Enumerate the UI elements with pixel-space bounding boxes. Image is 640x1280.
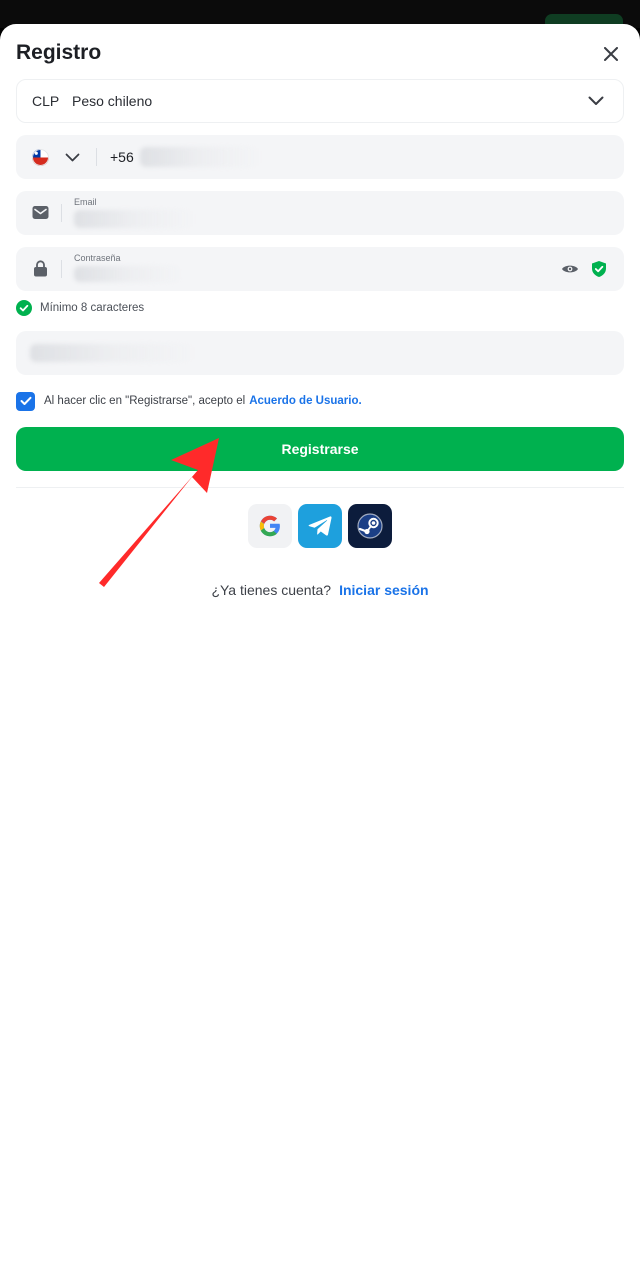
email-label: Email bbox=[74, 197, 97, 207]
country-chevron-down-icon[interactable] bbox=[64, 151, 80, 163]
currency-code: CLP bbox=[32, 93, 60, 109]
telegram-icon bbox=[308, 516, 332, 536]
divider bbox=[16, 487, 624, 488]
phone-separator bbox=[96, 148, 97, 166]
terms-row: Al hacer clic en "Registrarse", acepto e… bbox=[16, 391, 362, 411]
terms-checkbox[interactable] bbox=[16, 391, 35, 411]
redacted-phone-number bbox=[140, 147, 260, 167]
check-circle-icon bbox=[16, 300, 32, 316]
lock-icon bbox=[32, 260, 49, 277]
redacted-field-content bbox=[30, 344, 195, 362]
chile-flag-icon[interactable] bbox=[32, 149, 49, 166]
email-field[interactable]: Email bbox=[16, 191, 624, 235]
steam-login-button[interactable] bbox=[348, 504, 392, 548]
user-agreement-link[interactable]: Acuerdo de Usuario. bbox=[249, 395, 361, 407]
login-question: ¿Ya tienes cuenta? bbox=[211, 582, 332, 598]
redacted-password bbox=[74, 266, 184, 282]
password-separator bbox=[61, 260, 62, 278]
chevron-down-icon bbox=[587, 94, 605, 108]
close-icon bbox=[604, 47, 618, 61]
password-label: Contraseña bbox=[74, 253, 121, 263]
login-row: ¿Ya tienes cuenta? Iniciar sesión bbox=[0, 582, 640, 598]
registration-modal: Registro CLP Peso chileno +56 Email Cont… bbox=[0, 24, 640, 1280]
shield-check-icon bbox=[590, 259, 608, 279]
terms-text: Al hacer clic en "Registrarse", acepto e… bbox=[44, 395, 246, 407]
checkmark-icon bbox=[20, 396, 31, 405]
phone-prefix: +56 bbox=[110, 149, 134, 165]
email-separator bbox=[61, 204, 62, 222]
google-icon bbox=[259, 515, 280, 537]
login-link[interactable]: Iniciar sesión bbox=[339, 582, 428, 598]
close-button[interactable] bbox=[596, 40, 626, 68]
redacted-email bbox=[74, 210, 194, 228]
phone-field[interactable]: +56 bbox=[16, 135, 624, 179]
currency-name: Peso chileno bbox=[72, 93, 153, 109]
show-password-button[interactable] bbox=[560, 260, 580, 278]
google-login-button[interactable] bbox=[248, 504, 292, 548]
mail-icon bbox=[32, 204, 49, 221]
steam-icon bbox=[357, 513, 383, 539]
register-button[interactable]: Registrarse bbox=[16, 427, 624, 471]
eye-icon bbox=[562, 265, 578, 273]
modal-title: Registro bbox=[16, 41, 102, 64]
password-hint-text: Mínimo 8 caracteres bbox=[40, 302, 145, 314]
telegram-login-button[interactable] bbox=[298, 504, 342, 548]
currency-select[interactable]: CLP Peso chileno bbox=[16, 79, 624, 123]
password-field[interactable]: Contraseña bbox=[16, 247, 624, 291]
password-hint: Mínimo 8 caracteres bbox=[16, 299, 144, 317]
promo-code-field[interactable] bbox=[16, 331, 624, 375]
